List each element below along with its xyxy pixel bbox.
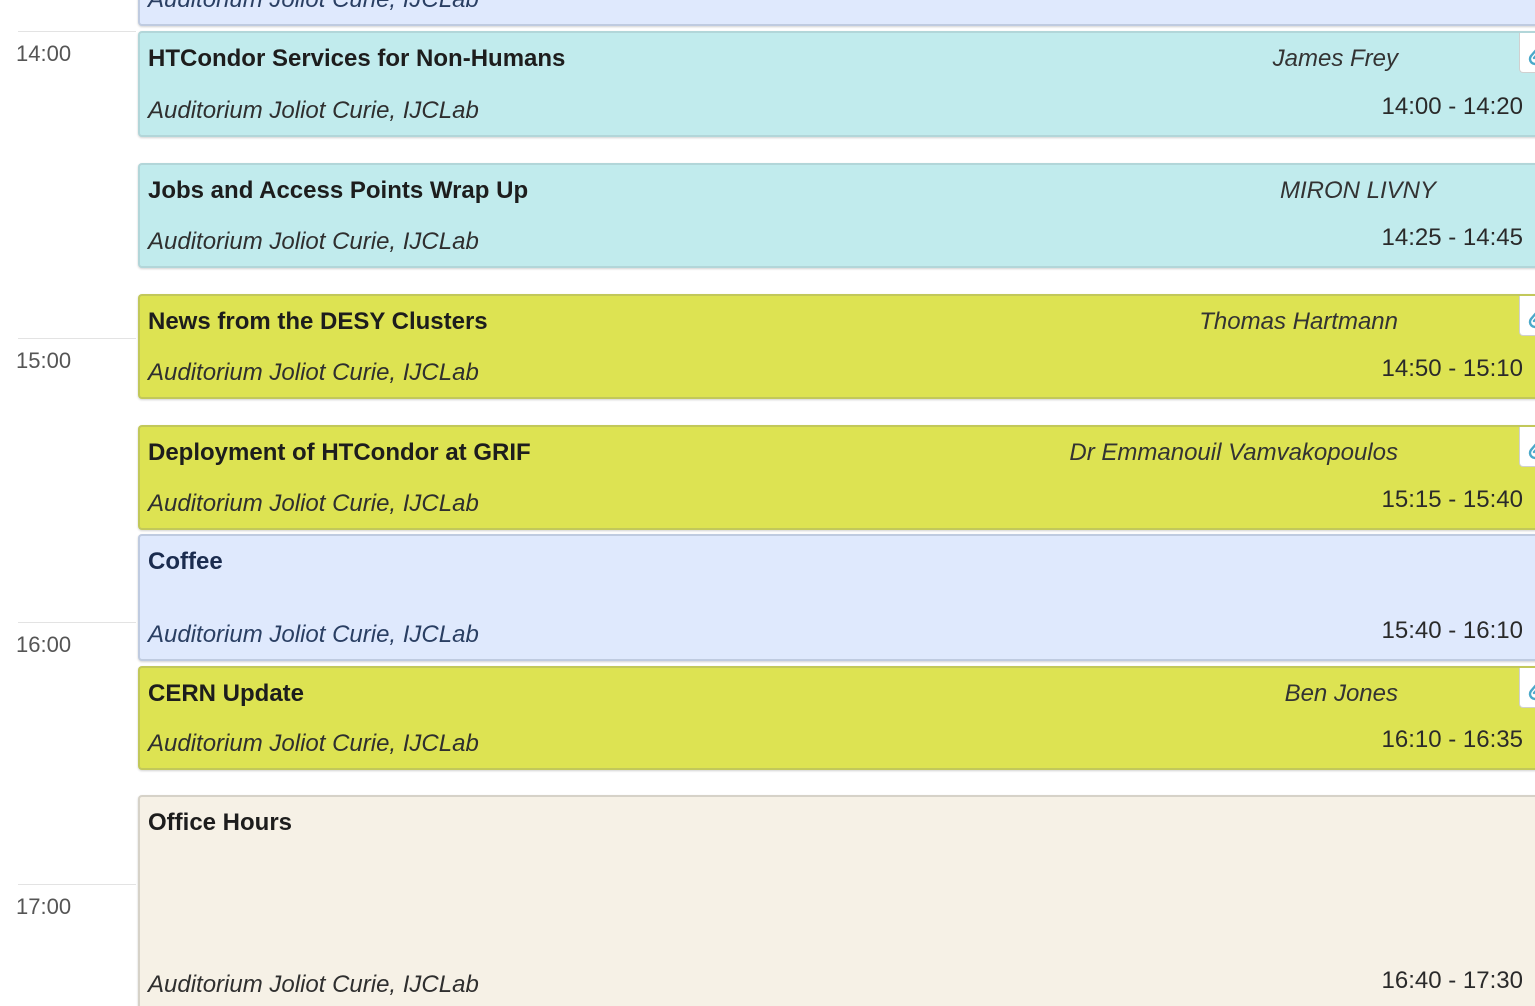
hour-gridline xyxy=(18,31,136,32)
entry-time: 16:10 - 16:35 xyxy=(1381,726,1523,753)
entry-title: CERN Update xyxy=(148,680,305,707)
timetable-entry-desy-clusters[interactable]: News from the DESY Clusters Thomas Hartm… xyxy=(138,294,1535,399)
timetable-entry-cern-update[interactable]: CERN Update Ben Jones Auditorium Joliot … xyxy=(138,666,1535,770)
timetable-view: 14:00 15:00 16:00 17:00 Auditorium Jolio… xyxy=(0,0,1535,1006)
entry-location: Auditorium Joliot Curie, IJCLab xyxy=(148,971,479,998)
entry-time: 14:00 - 14:20 xyxy=(1381,93,1523,120)
entry-title: Jobs and Access Points Wrap Up xyxy=(148,177,529,204)
entry-speaker: Ben Jones xyxy=(1284,680,1398,707)
entry-speaker: Thomas Hartmann xyxy=(1199,308,1398,335)
entry-speaker: MIRON LIVNY xyxy=(1279,177,1436,204)
attachment-button[interactable] xyxy=(1519,668,1535,708)
entry-time: 14:25 - 14:45 xyxy=(1381,224,1523,251)
entry-location: Auditorium Joliot Curie, IJCLab xyxy=(148,0,479,14)
entry-location: Auditorium Joliot Curie, IJCLab xyxy=(148,621,479,648)
entry-location: Auditorium Joliot Curie, IJCLab xyxy=(148,490,479,517)
entry-location: Auditorium Joliot Curie, IJCLab xyxy=(148,359,479,386)
hour-gridline xyxy=(18,338,136,339)
entry-title: Coffee xyxy=(148,548,223,575)
hour-gridline xyxy=(18,884,136,885)
entry-speaker: James Frey xyxy=(1272,45,1398,72)
timetable-entry-htcondor-services[interactable]: HTCondor Services for Non-Humans James F… xyxy=(138,31,1535,137)
timetable-entry-grif-deployment[interactable]: Deployment of HTCondor at GRIF Dr Emmano… xyxy=(138,425,1535,530)
paperclip-icon xyxy=(1528,49,1535,66)
hour-gridline xyxy=(18,622,136,623)
attachment-button[interactable] xyxy=(1519,427,1535,467)
hour-label-17: 17:00 xyxy=(16,894,72,919)
hour-label-16: 16:00 xyxy=(16,632,72,657)
entry-time: 16:40 - 17:30 xyxy=(1381,967,1523,994)
entry-location: Auditorium Joliot Curie, IJCLab xyxy=(148,228,479,255)
entry-location: Auditorium Joliot Curie, IJCLab xyxy=(148,97,479,124)
entry-time: 14:50 - 15:10 xyxy=(1381,355,1523,382)
timetable-entry-jobs-wrap-up[interactable]: Jobs and Access Points Wrap Up MIRON LIV… xyxy=(138,163,1535,268)
timetable-entry-previous[interactable]: Auditorium Joliot Curie, IJCLab xyxy=(138,0,1535,26)
entry-title: Office Hours xyxy=(148,809,293,836)
paperclip-icon xyxy=(1528,312,1535,329)
entry-title: News from the DESY Clusters xyxy=(148,308,488,335)
attachment-button[interactable] xyxy=(1519,296,1535,336)
entry-speaker: Dr Emmanouil Vamvakopoulos xyxy=(1069,439,1398,466)
entry-time: 15:15 - 15:40 xyxy=(1381,486,1523,513)
entry-time: 15:40 - 16:10 xyxy=(1381,617,1523,644)
paperclip-icon xyxy=(1528,443,1535,460)
timetable-entry-coffee-break[interactable]: Coffee Auditorium Joliot Curie, IJCLab 1… xyxy=(138,534,1535,661)
entry-location: Auditorium Joliot Curie, IJCLab xyxy=(148,730,479,757)
hour-label-14: 14:00 xyxy=(16,41,72,66)
hour-label-15: 15:00 xyxy=(16,348,72,373)
entry-title: Deployment of HTCondor at GRIF xyxy=(148,439,531,466)
timetable-entry-office-hours[interactable]: Office Hours Auditorium Joliot Curie, IJ… xyxy=(138,795,1535,1006)
paperclip-icon xyxy=(1528,684,1535,701)
entry-title: HTCondor Services for Non-Humans xyxy=(148,45,566,72)
attachment-button[interactable] xyxy=(1519,33,1535,73)
